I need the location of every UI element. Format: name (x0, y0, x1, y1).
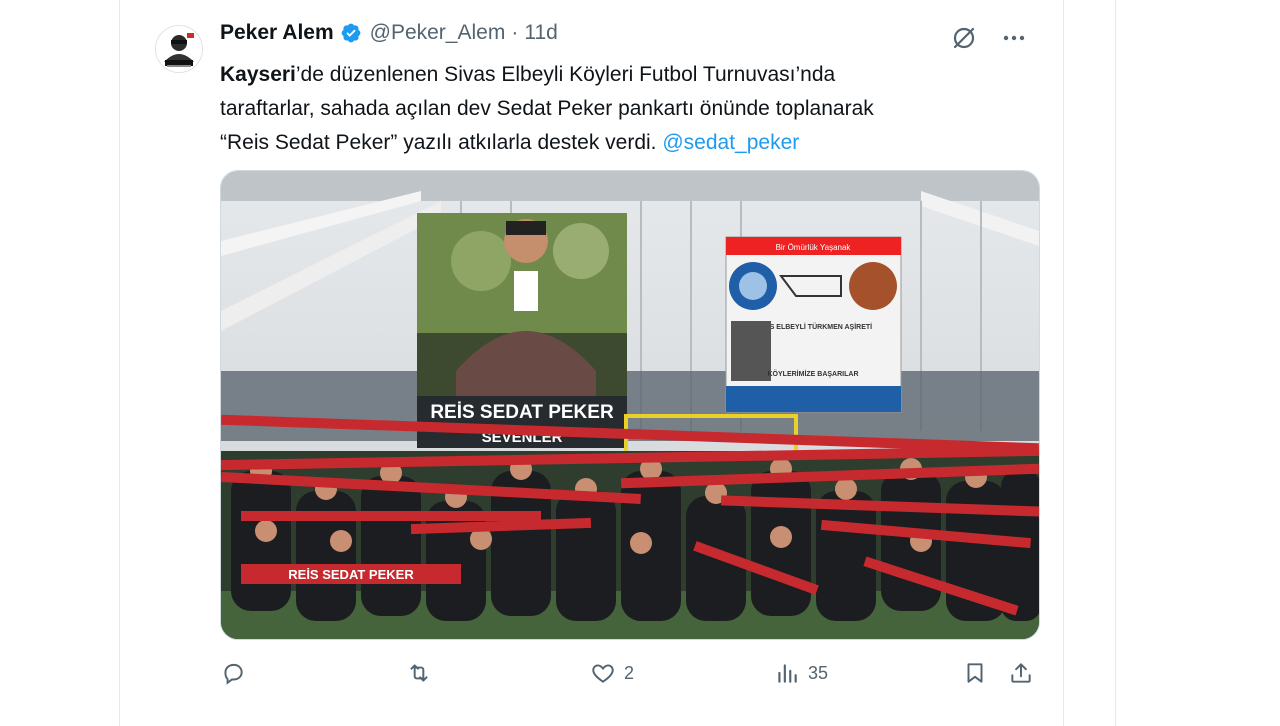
poster-bottom: KÖYLERİMİZE BAŞARILAR (768, 369, 859, 378)
sidebar-border (1115, 0, 1116, 726)
separator: · (511, 21, 519, 44)
grok-icon[interactable] (950, 24, 978, 52)
tweet-top-actions (950, 24, 1028, 52)
repost-button[interactable] (406, 660, 432, 686)
poster-mid: SİVAS ELBEYLİ TÜRKMEN AŞİRETİ (754, 322, 872, 331)
tweet-text: Kayseri’de düzenlenen Sivas Elbeyli Köyl… (220, 58, 980, 160)
poster-title: Bir Ömürlük Yaşanak (776, 243, 852, 252)
views-count: 35 (808, 662, 829, 683)
more-options-icon[interactable] (1000, 24, 1028, 52)
mention-link[interactable]: @sedat_peker (662, 131, 799, 154)
avatar-image (156, 26, 202, 72)
views-icon (778, 664, 797, 683)
banner-text: REİS SEDAT PEKER (430, 402, 614, 423)
repost-icon (410, 664, 428, 682)
like-count: 2 (624, 662, 635, 683)
reply-button[interactable] (220, 660, 246, 686)
tweet-actions: 2 35 (220, 660, 1040, 690)
scarf-text: REİS SEDAT PEKER (288, 567, 414, 582)
text-line-1: ’de düzenlenen Sivas Elbeyli Köyleri Fut… (295, 63, 836, 86)
verified-badge-icon (341, 23, 361, 43)
reply-icon (224, 663, 243, 685)
text-bold: Kayseri (220, 63, 296, 86)
avatar[interactable] (155, 25, 203, 73)
share-button[interactable] (1008, 660, 1034, 686)
author-handle[interactable]: @Peker_Alem (370, 21, 506, 45)
bookmark-button[interactable] (962, 660, 988, 686)
tweet[interactable]: Peker Alem @Peker_Alem · 11d Kayseri’de … (120, 0, 1064, 726)
views-button[interactable]: 35 (774, 660, 828, 686)
timestamp[interactable]: 11d (524, 21, 557, 45)
like-button[interactable]: 2 (590, 660, 634, 686)
tweet-photo[interactable]: REİS SEDAT PEKER SEVENLER Bir Ömürlük Ya… (220, 170, 1040, 640)
share-icon (1011, 663, 1031, 683)
heart-icon (592, 664, 614, 683)
bookmark-icon (967, 663, 983, 683)
text-line-3: “Reis Sedat Peker” yazılı atkılarla dest… (220, 131, 657, 154)
tweet-header: Peker Alem @Peker_Alem · 11d (220, 21, 558, 45)
text-line-2: taraftarlar, sahada açılan dev Sedat Pek… (220, 97, 874, 120)
author-name[interactable]: Peker Alem (220, 21, 334, 45)
photo-image: REİS SEDAT PEKER SEVENLER Bir Ömürlük Ya… (221, 171, 1039, 639)
